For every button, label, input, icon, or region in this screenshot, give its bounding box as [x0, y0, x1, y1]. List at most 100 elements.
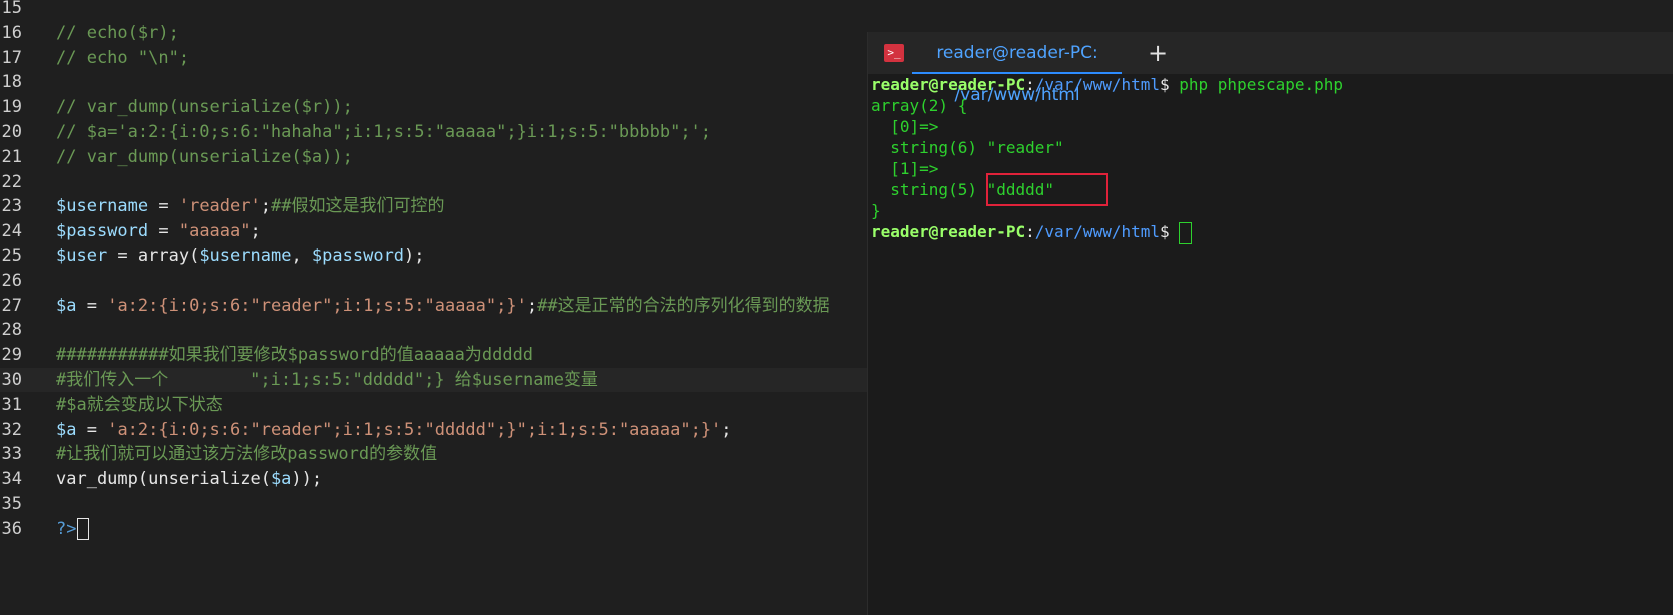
code-token: )); — [291, 469, 323, 490]
code-token: // $a='a:2:{i:0;s:6:"hahaha";i:1;s:5:"aa… — [56, 122, 712, 142]
line-number: 34 — [1, 469, 22, 490]
code-line[interactable]: 33 #让我们就可以通过该方法修改password的参数值 — [0, 442, 867, 466]
code-token: 'a:2:{i:0;s:6:"reader";i:1;s:5:"aaaaa";}… — [107, 295, 527, 316]
line-number: 17 — [1, 47, 22, 68]
code-line[interactable]: 24 $password = "aaaaa"; — [0, 219, 867, 243]
line-number: 22 — [1, 171, 22, 192]
code-text: #让我们就可以通过该方法修改password的参数值 — [56, 442, 437, 466]
prompt-user: reader@reader-PC — [871, 222, 1026, 241]
code-token: $password — [311, 246, 405, 266]
code-token: ; — [721, 419, 732, 440]
terminal-window[interactable]: >_ reader@reader-PC: /var/www/html + rea… — [867, 32, 1673, 615]
code-token: $a — [270, 469, 292, 490]
code-text: ?> — [56, 517, 90, 541]
code-token: // echo "\n"; — [56, 47, 190, 68]
code-token: // echo($r); — [56, 22, 179, 43]
code-token: ; — [526, 295, 538, 316]
code-line[interactable]: 18 — [0, 70, 867, 94]
code-line[interactable]: 36 ?> — [0, 517, 867, 541]
code-token: = — [76, 419, 108, 440]
code-text: var_dump(unserialize($a)); — [56, 467, 322, 491]
code-text: // echo "\n"; — [56, 46, 189, 70]
line-number: 18 — [1, 72, 22, 93]
prompt-path: /var/www/html — [1034, 222, 1160, 241]
code-text: $username = 'reader';##假如这是我们可控的 — [56, 194, 444, 218]
terminal-output-line: [0]=> — [871, 117, 939, 136]
code-text: $password = "aaaaa"; — [56, 219, 261, 243]
code-line[interactable]: 19 // var_dump(unserialize($r)); — [0, 95, 867, 119]
terminal-icon: >_ — [884, 44, 904, 62]
code-line[interactable]: 26 — [0, 269, 867, 293]
code-token: , — [291, 246, 312, 266]
code-line[interactable]: 27 $a = 'a:2:{i:0;s:6:"reader";i:1;s:5:"a… — [0, 294, 867, 318]
code-token: #我们传入一个 ";i:1;s:5:"ddddd";} 给$username变量 — [56, 370, 598, 390]
code-token: 'a:2:{i:0;s:6:"reader";i:1;s:5:"ddddd";}… — [107, 419, 722, 440]
code-token: $username — [199, 246, 292, 266]
terminal-tab-bar: >_ reader@reader-PC: /var/www/html + — [868, 32, 1673, 105]
terminal-command: php phpescape.php — [1179, 75, 1344, 94]
code-line[interactable]: 15 — [0, 0, 867, 20]
code-token: "aaaaa" — [178, 221, 251, 242]
code-text: // echo($r); — [56, 21, 179, 45]
code-line[interactable]: 22 — [0, 170, 867, 194]
code-token: // var_dump(unserialize($a)); — [56, 146, 353, 167]
terminal-output[interactable]: reader@reader-PC:/var/www/html$ php phpe… — [871, 74, 1671, 244]
code-token: var_dump(unserialize( — [56, 469, 271, 490]
code-token: $user — [56, 246, 108, 266]
line-number: 21 — [1, 146, 22, 167]
code-token: = — [148, 196, 179, 217]
code-token: ; — [260, 196, 271, 217]
code-text: #$a就会变成以下状态 — [56, 393, 223, 417]
prompt-user: reader@reader-PC — [871, 75, 1026, 94]
terminal-output-line: string(6) "reader" — [871, 138, 1064, 157]
code-line[interactable]: 25 $user = array($username, $password); — [0, 244, 867, 268]
line-number: 25 — [1, 246, 22, 266]
code-text: // $a='a:2:{i:0;s:6:"hahaha";i:1;s:5:"aa… — [56, 120, 711, 144]
line-number: 30 — [1, 370, 22, 390]
code-token: $password — [56, 221, 149, 242]
line-number: 20 — [1, 122, 22, 142]
terminal-prompt-line: reader@reader-PC:/var/www/html$ php phpe… — [871, 74, 1671, 95]
code-line[interactable]: 23 $username = 'reader';##假如这是我们可控的 — [0, 194, 867, 218]
code-token: = — [76, 295, 108, 316]
code-text: ###########如果我们要修改$password的值aaaaa为ddddd — [56, 343, 533, 367]
code-text: $a = 'a:2:{i:0;s:6:"reader";i:1;s:5:"ddd… — [56, 418, 732, 442]
code-token: ###########如果我们要修改$password的值aaaaa为ddddd — [56, 345, 534, 366]
code-text: $a = 'a:2:{i:0;s:6:"reader";i:1;s:5:"aaa… — [56, 294, 830, 318]
code-line[interactable]: 21 // var_dump(unserialize($a)); — [0, 145, 867, 169]
code-token: = array( — [107, 246, 200, 266]
highlight-annotation-box — [986, 173, 1108, 206]
terminal-output-line: array(2) { — [871, 96, 968, 115]
code-token: #让我们就可以通过该方法修改password的参数值 — [56, 444, 438, 465]
code-line[interactable]: 16 // echo($r); — [0, 21, 867, 45]
code-line[interactable]: 35 — [0, 492, 867, 516]
code-token: 'reader' — [178, 196, 261, 217]
prompt-dollar: $ — [1160, 75, 1180, 94]
code-line[interactable]: 28 — [0, 318, 867, 342]
code-line[interactable]: 17 // echo "\n"; — [0, 46, 867, 70]
code-line[interactable]: 31 #$a就会变成以下状态 — [0, 393, 867, 417]
code-line[interactable]: 30 #我们传入一个 ";i:1;s:5:"ddddd";} 给$username… — [0, 368, 867, 392]
code-text: $user = array($username, $password); — [56, 244, 425, 268]
line-number: 27 — [1, 295, 22, 316]
code-token: ); — [404, 246, 425, 266]
line-number: 23 — [1, 196, 22, 217]
code-text: #我们传入一个 ";i:1;s:5:"ddddd";} 给$username变量 — [56, 368, 598, 392]
code-line[interactable]: 32 $a = 'a:2:{i:0;s:6:"reader";i:1;s:5:"d… — [0, 418, 867, 442]
code-line[interactable]: 20 // $a='a:2:{i:0;s:6:"hahaha";i:1;s:5:"… — [0, 120, 867, 144]
line-number: 33 — [1, 444, 22, 465]
add-tab-button[interactable]: + — [1134, 32, 1182, 74]
terminal-cursor — [1179, 221, 1193, 244]
code-token: #$a就会变成以下状态 — [56, 394, 223, 415]
code-token: = — [148, 221, 179, 242]
code-token: ; — [250, 221, 261, 242]
code-line[interactable]: 29 ###########如果我们要修改$password的值aaaaa为ddd… — [0, 343, 867, 367]
code-token: // var_dump(unserialize($r)); — [56, 97, 353, 118]
code-token: ?> — [56, 518, 77, 539]
code-line[interactable]: 34 var_dump(unserialize($a)); — [0, 467, 867, 491]
prompt-path: /var/www/html — [1034, 75, 1160, 94]
prompt-dollar: $ — [1160, 222, 1180, 241]
terminal-prompt-line: reader@reader-PC:/var/www/html$ — [871, 221, 1671, 244]
terminal-tab[interactable]: reader@reader-PC: /var/www/html — [912, 32, 1122, 105]
editor-cursor — [77, 517, 90, 540]
